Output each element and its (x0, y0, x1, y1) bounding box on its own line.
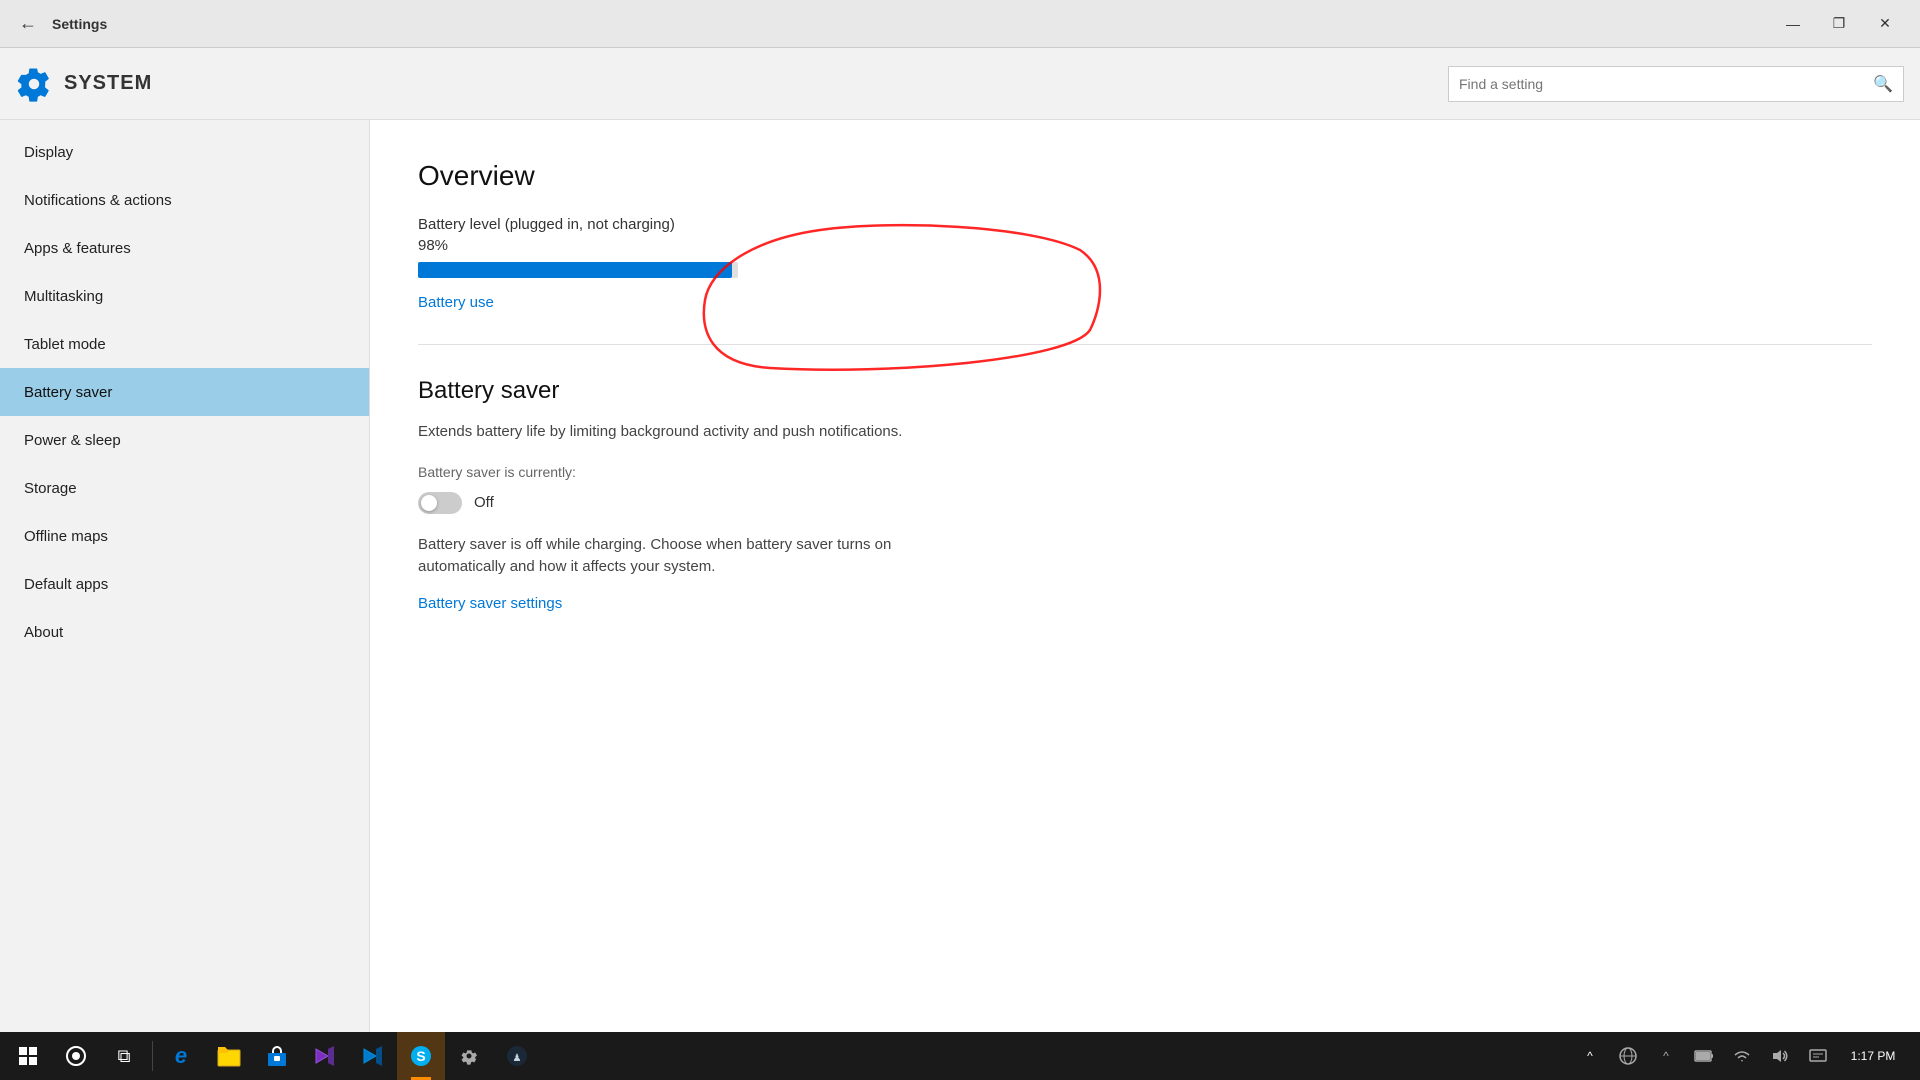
battery-saver-toggle[interactable] (418, 492, 462, 514)
app-title: SYSTEM (64, 72, 1448, 95)
overview-title: Overview (418, 160, 1872, 192)
content-area: Overview Battery level (plugged in, not … (370, 120, 1920, 1032)
sidebar-item-about[interactable]: About (0, 608, 369, 656)
battery-saver-note: Battery saver is off while charging. Cho… (418, 534, 938, 579)
sidebar-item-offline-maps[interactable]: Offline maps (0, 512, 369, 560)
clock-time: 1:17 PM (1851, 1049, 1896, 1063)
restore-button[interactable]: ❐ (1816, 8, 1862, 40)
taskbar: ⧉ e (0, 1032, 1920, 1080)
taskbar-separator (152, 1041, 153, 1071)
tray-globe[interactable] (1610, 1032, 1646, 1080)
taskbar-app-visual-studio[interactable] (301, 1032, 349, 1080)
sidebar-item-apps[interactable]: Apps & features (0, 224, 369, 272)
overview-section: Overview Battery level (plugged in, not … (418, 160, 1872, 312)
app-header: SYSTEM 🔍 (0, 48, 1920, 120)
sidebar: Display Notifications & actions Apps & f… (0, 120, 370, 1032)
main-area: Display Notifications & actions Apps & f… (0, 120, 1920, 1032)
taskbar-tray: ^ ^ (1572, 1032, 1916, 1080)
gear-icon (16, 66, 52, 102)
svg-text:♟: ♟ (513, 1053, 522, 1064)
close-button[interactable]: ✕ (1862, 8, 1908, 40)
sidebar-item-notifications[interactable]: Notifications & actions (0, 176, 369, 224)
taskbar-apps: e (157, 1032, 1572, 1080)
toggle-knob (421, 495, 437, 511)
section-divider (418, 344, 1872, 345)
search-box[interactable]: 🔍 (1448, 66, 1904, 102)
toggle-state-label: Off (474, 494, 494, 511)
task-view-button[interactable]: ⧉ (100, 1032, 148, 1080)
sidebar-item-battery[interactable]: Battery saver (0, 368, 369, 416)
back-button[interactable]: ← (12, 8, 44, 40)
tray-chevron[interactable]: ^ (1648, 1032, 1684, 1080)
taskbar-app-skype[interactable]: S (397, 1032, 445, 1080)
sidebar-item-display[interactable]: Display (0, 128, 369, 176)
svg-text:S: S (416, 1048, 425, 1064)
tray-show-hidden[interactable]: ^ (1572, 1032, 1608, 1080)
window-controls: — ❐ ✕ (1770, 8, 1908, 40)
taskbar-clock[interactable]: 1:17 PM (1838, 1032, 1908, 1080)
taskbar-app-settings[interactable] (445, 1032, 493, 1080)
cortana-button[interactable] (52, 1032, 100, 1080)
search-icon: 🔍 (1873, 74, 1893, 94)
tray-battery[interactable] (1686, 1032, 1722, 1080)
battery-level-label: Battery level (plugged in, not charging) (418, 216, 1872, 233)
battery-saver-description: Extends battery life by limiting backgro… (418, 421, 1872, 444)
sidebar-item-default-apps[interactable]: Default apps (0, 560, 369, 608)
sidebar-item-tablet[interactable]: Tablet mode (0, 320, 369, 368)
sidebar-item-multitasking[interactable]: Multitasking (0, 272, 369, 320)
battery-saver-status-label: Battery saver is currently: (418, 464, 1872, 480)
battery-use-link[interactable]: Battery use (418, 294, 494, 311)
start-button[interactable] (4, 1032, 52, 1080)
tray-wifi[interactable] (1724, 1032, 1760, 1080)
taskbar-app-steam[interactable]: ♟ (493, 1032, 541, 1080)
taskbar-app-edge[interactable]: e (157, 1032, 205, 1080)
window-title: Settings (52, 16, 1770, 32)
tray-notification[interactable] (1800, 1032, 1836, 1080)
battery-bar-fill (418, 262, 732, 278)
battery-bar-background (418, 262, 738, 278)
search-input[interactable] (1459, 76, 1873, 92)
taskbar-app-file-explorer[interactable] (205, 1032, 253, 1080)
taskbar-app-vs-code[interactable] (349, 1032, 397, 1080)
battery-saver-title: Battery saver (418, 377, 1872, 405)
toggle-row: Off (418, 492, 1872, 514)
battery-saver-section: Battery saver Extends battery life by li… (418, 377, 1872, 613)
tray-volume[interactable] (1762, 1032, 1798, 1080)
battery-saver-settings-link[interactable]: Battery saver settings (418, 595, 562, 612)
battery-percentage: 98% (418, 237, 1872, 254)
taskbar-app-store[interactable] (253, 1032, 301, 1080)
minimize-button[interactable]: — (1770, 8, 1816, 40)
sidebar-item-storage[interactable]: Storage (0, 464, 369, 512)
sidebar-item-power[interactable]: Power & sleep (0, 416, 369, 464)
title-bar: ← Settings — ❐ ✕ (0, 0, 1920, 48)
